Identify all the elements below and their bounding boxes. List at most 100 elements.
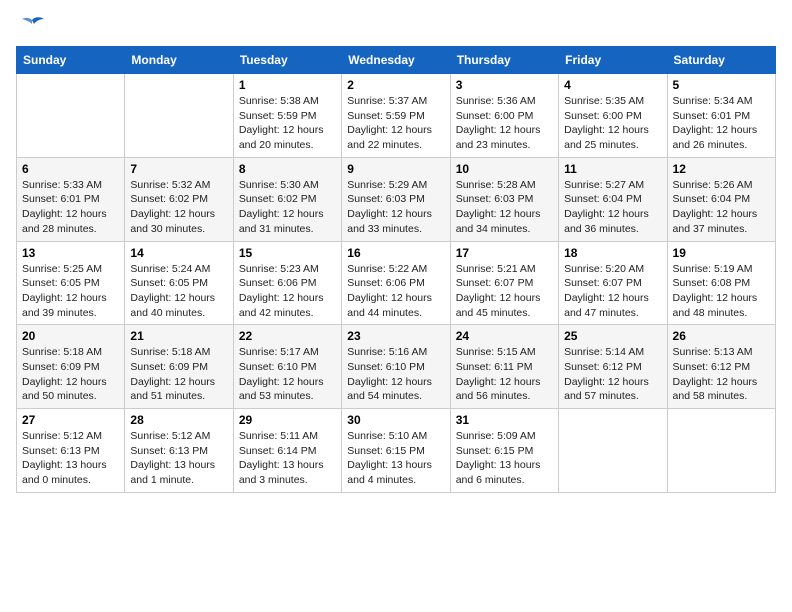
calendar-cell: 12 Sunrise: 5:26 AMSunset: 6:04 PMDayligh… [667, 157, 775, 241]
calendar-header-thursday: Thursday [450, 47, 558, 74]
calendar-header-monday: Monday [125, 47, 233, 74]
calendar-cell: 24 Sunrise: 5:15 AMSunset: 6:11 PMDayligh… [450, 325, 558, 409]
calendar-header-saturday: Saturday [667, 47, 775, 74]
day-number: 1 [239, 78, 336, 92]
logo-bird-icon [18, 16, 46, 38]
day-info: Sunrise: 5:11 AMSunset: 6:14 PMDaylight:… [239, 429, 336, 488]
day-info: Sunrise: 5:32 AMSunset: 6:02 PMDaylight:… [130, 178, 227, 237]
day-number: 29 [239, 413, 336, 427]
day-number: 24 [456, 329, 553, 343]
day-number: 25 [564, 329, 661, 343]
day-info: Sunrise: 5:16 AMSunset: 6:10 PMDaylight:… [347, 345, 444, 404]
day-info: Sunrise: 5:21 AMSunset: 6:07 PMDaylight:… [456, 262, 553, 321]
calendar-cell: 17 Sunrise: 5:21 AMSunset: 6:07 PMDayligh… [450, 241, 558, 325]
calendar-cell: 8 Sunrise: 5:30 AMSunset: 6:02 PMDaylight… [233, 157, 341, 241]
day-info: Sunrise: 5:27 AMSunset: 6:04 PMDaylight:… [564, 178, 661, 237]
calendar-cell [667, 409, 775, 493]
day-number: 18 [564, 246, 661, 260]
day-number: 12 [673, 162, 770, 176]
calendar-cell: 23Sunrise: 5:16 AMSunset: 6:10 PMDayligh… [342, 325, 450, 409]
day-number: 11 [564, 162, 661, 176]
calendar-header-row: SundayMondayTuesdayWednesdayThursdayFrid… [17, 47, 776, 74]
day-number: 28 [130, 413, 227, 427]
day-number: 8 [239, 162, 336, 176]
day-number: 2 [347, 78, 444, 92]
day-info: Sunrise: 5:23 AMSunset: 6:06 PMDaylight:… [239, 262, 336, 321]
day-number: 7 [130, 162, 227, 176]
day-number: 9 [347, 162, 444, 176]
calendar-cell: 5 Sunrise: 5:34 AMSunset: 6:01 PMDaylight… [667, 74, 775, 158]
day-number: 26 [673, 329, 770, 343]
day-number: 27 [22, 413, 119, 427]
day-number: 6 [22, 162, 119, 176]
day-info: Sunrise: 5:22 AMSunset: 6:06 PMDaylight:… [347, 262, 444, 321]
calendar-cell: 2 Sunrise: 5:37 AMSunset: 5:59 PMDaylight… [342, 74, 450, 158]
day-info: Sunrise: 5:29 AMSunset: 6:03 PMDaylight:… [347, 178, 444, 237]
day-info: Sunrise: 5:34 AMSunset: 6:01 PMDaylight:… [673, 94, 770, 153]
calendar-cell: 10Sunrise: 5:28 AMSunset: 6:03 PMDayligh… [450, 157, 558, 241]
day-info: Sunrise: 5:37 AMSunset: 5:59 PMDaylight:… [347, 94, 444, 153]
calendar-cell: 7 Sunrise: 5:32 AMSunset: 6:02 PMDaylight… [125, 157, 233, 241]
calendar-cell [17, 74, 125, 158]
calendar-cell: 14 Sunrise: 5:24 AMSunset: 6:05 PMDayligh… [125, 241, 233, 325]
calendar-cell: 20Sunrise: 5:18 AMSunset: 6:09 PMDayligh… [17, 325, 125, 409]
day-info: Sunrise: 5:12 AMSunset: 6:13 PMDaylight:… [22, 429, 119, 488]
day-number: 4 [564, 78, 661, 92]
calendar-cell: 11 Sunrise: 5:27 AMSunset: 6:04 PMDayligh… [559, 157, 667, 241]
calendar-header-wednesday: Wednesday [342, 47, 450, 74]
calendar-week-row: 20Sunrise: 5:18 AMSunset: 6:09 PMDayligh… [17, 325, 776, 409]
calendar-cell: 29 Sunrise: 5:11 AMSunset: 6:14 PMDayligh… [233, 409, 341, 493]
calendar-cell [125, 74, 233, 158]
day-number: 17 [456, 246, 553, 260]
calendar-cell: 6 Sunrise: 5:33 AMSunset: 6:01 PMDaylight… [17, 157, 125, 241]
day-info: Sunrise: 5:18 AMSunset: 6:09 PMDaylight:… [130, 345, 227, 404]
day-info: Sunrise: 5:24 AMSunset: 6:05 PMDaylight:… [130, 262, 227, 321]
day-info: Sunrise: 5:38 AMSunset: 5:59 PMDaylight:… [239, 94, 336, 153]
page-header [16, 16, 776, 34]
day-info: Sunrise: 5:20 AMSunset: 6:07 PMDaylight:… [564, 262, 661, 321]
calendar-cell: 9 Sunrise: 5:29 AMSunset: 6:03 PMDaylight… [342, 157, 450, 241]
calendar-cell: 28 Sunrise: 5:12 AMSunset: 6:13 PMDayligh… [125, 409, 233, 493]
calendar-cell: 19Sunrise: 5:19 AMSunset: 6:08 PMDayligh… [667, 241, 775, 325]
day-number: 31 [456, 413, 553, 427]
day-number: 5 [673, 78, 770, 92]
calendar-week-row: 27 Sunrise: 5:12 AMSunset: 6:13 PMDayligh… [17, 409, 776, 493]
day-info: Sunrise: 5:30 AMSunset: 6:02 PMDaylight:… [239, 178, 336, 237]
day-number: 14 [130, 246, 227, 260]
calendar-cell: 3Sunrise: 5:36 AMSunset: 6:00 PMDaylight… [450, 74, 558, 158]
day-number: 21 [130, 329, 227, 343]
day-info: Sunrise: 5:14 AMSunset: 6:12 PMDaylight:… [564, 345, 661, 404]
day-info: Sunrise: 5:17 AMSunset: 6:10 PMDaylight:… [239, 345, 336, 404]
day-info: Sunrise: 5:26 AMSunset: 6:04 PMDaylight:… [673, 178, 770, 237]
day-info: Sunrise: 5:25 AMSunset: 6:05 PMDaylight:… [22, 262, 119, 321]
calendar-cell [559, 409, 667, 493]
calendar-header-tuesday: Tuesday [233, 47, 341, 74]
calendar-cell: 30Sunrise: 5:10 AMSunset: 6:15 PMDayligh… [342, 409, 450, 493]
calendar-cell: 1 Sunrise: 5:38 AMSunset: 5:59 PMDaylight… [233, 74, 341, 158]
calendar-cell: 21 Sunrise: 5:18 AMSunset: 6:09 PMDayligh… [125, 325, 233, 409]
calendar-cell: 18 Sunrise: 5:20 AMSunset: 6:07 PMDayligh… [559, 241, 667, 325]
calendar-cell: 31Sunrise: 5:09 AMSunset: 6:15 PMDayligh… [450, 409, 558, 493]
day-info: Sunrise: 5:28 AMSunset: 6:03 PMDaylight:… [456, 178, 553, 237]
calendar-cell: 25 Sunrise: 5:14 AMSunset: 6:12 PMDayligh… [559, 325, 667, 409]
logo [16, 16, 46, 34]
calendar-week-row: 6 Sunrise: 5:33 AMSunset: 6:01 PMDaylight… [17, 157, 776, 241]
day-number: 30 [347, 413, 444, 427]
calendar-cell: 26Sunrise: 5:13 AMSunset: 6:12 PMDayligh… [667, 325, 775, 409]
day-number: 15 [239, 246, 336, 260]
day-info: Sunrise: 5:35 AMSunset: 6:00 PMDaylight:… [564, 94, 661, 153]
day-info: Sunrise: 5:18 AMSunset: 6:09 PMDaylight:… [22, 345, 119, 404]
day-info: Sunrise: 5:19 AMSunset: 6:08 PMDaylight:… [673, 262, 770, 321]
day-number: 13 [22, 246, 119, 260]
day-info: Sunrise: 5:33 AMSunset: 6:01 PMDaylight:… [22, 178, 119, 237]
calendar-cell: 15 Sunrise: 5:23 AMSunset: 6:06 PMDayligh… [233, 241, 341, 325]
day-info: Sunrise: 5:12 AMSunset: 6:13 PMDaylight:… [130, 429, 227, 488]
calendar-header-friday: Friday [559, 47, 667, 74]
day-info: Sunrise: 5:15 AMSunset: 6:11 PMDaylight:… [456, 345, 553, 404]
calendar-table: SundayMondayTuesdayWednesdayThursdayFrid… [16, 46, 776, 493]
calendar-week-row: 1 Sunrise: 5:38 AMSunset: 5:59 PMDaylight… [17, 74, 776, 158]
day-number: 22 [239, 329, 336, 343]
day-number: 16 [347, 246, 444, 260]
calendar-cell: 27 Sunrise: 5:12 AMSunset: 6:13 PMDayligh… [17, 409, 125, 493]
day-number: 3 [456, 78, 553, 92]
